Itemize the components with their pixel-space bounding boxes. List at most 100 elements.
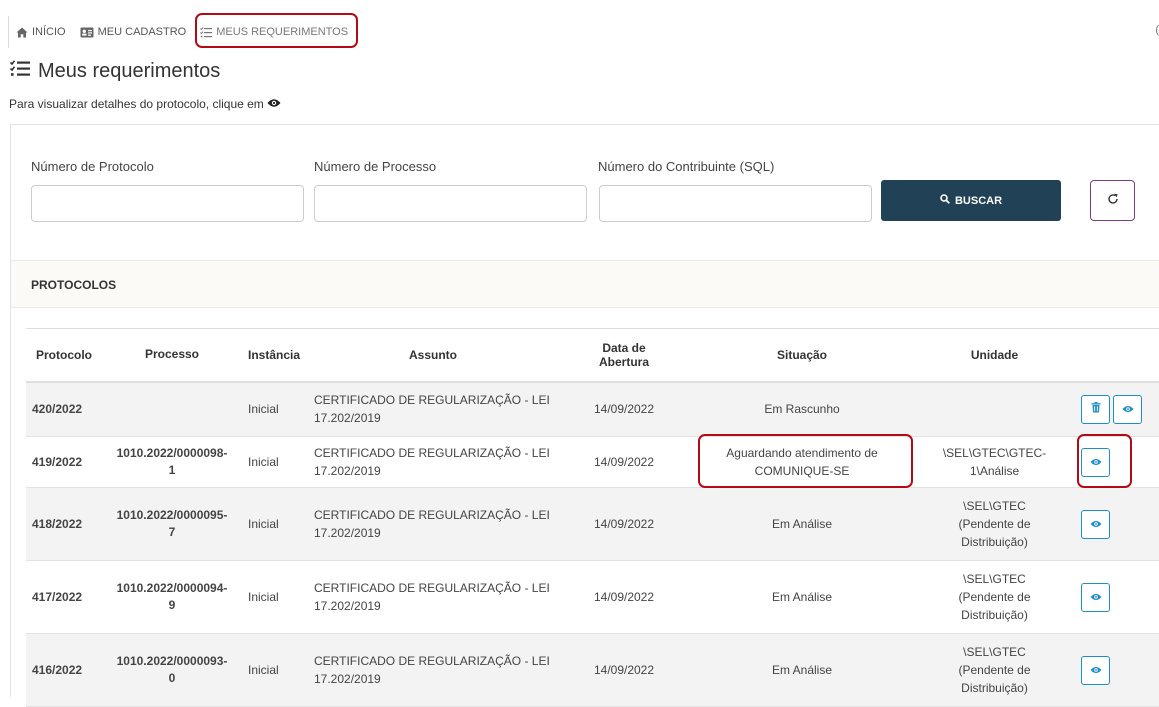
cell-assunto-line1: CERTIFICADO DE REGULARIZAÇÃO - LEI <box>314 508 550 522</box>
view-button[interactable] <box>1081 655 1110 685</box>
nav-item-label: INÍCIO <box>32 26 66 38</box>
cell-unidade: \SEL\GTEC (Pendente de Distribuição) <box>912 561 1077 634</box>
protocolo-input[interactable] <box>31 185 304 222</box>
col-header-data-line1: Data de <box>602 340 646 355</box>
cell-data: 14/09/2022 <box>593 590 655 604</box>
col-header-situacao: Situação <box>692 328 912 383</box>
cell-processo-line1: 1010.2022/0000098- <box>116 446 228 460</box>
col-header-data: Data de Abertura <box>556 328 692 383</box>
view-button[interactable] <box>1081 447 1110 477</box>
cell-actions <box>1077 437 1159 488</box>
cell-unidade-line3: Distribuição) <box>961 535 1028 549</box>
processo-input[interactable] <box>314 185 587 222</box>
cell-processo-line1: 1010.2022/0000094- <box>116 581 228 595</box>
list-check-icon <box>9 60 30 83</box>
contribuinte-input[interactable] <box>599 185 872 222</box>
eye-icon <box>267 97 281 111</box>
eye-icon <box>1090 663 1102 677</box>
cell-situacao-line2: COMUNIQUE-SE <box>754 464 850 478</box>
refresh-icon <box>1107 193 1119 208</box>
cell-situacao-line1: Em Análise <box>771 517 833 531</box>
table-row: 418/2022 1010.2022/0000095- 7 Inicial CER… <box>26 487 1159 561</box>
cell-situacao-line1: Aguardando atendimento de <box>726 446 878 460</box>
cell-assunto: CERTIFICADO DE REGULARIZAÇÃO - LEI 17.202… <box>310 437 556 488</box>
cell-unidade-line1: \SEL\GTEC\GTEC- <box>942 446 1047 460</box>
cell-situacao: Em Análise <box>692 634 912 707</box>
cell-instancia: Inicial <box>248 455 279 469</box>
cell-situacao: Em Rascunho <box>692 382 912 437</box>
nav-overflow: ( <box>1155 24 1159 36</box>
refresh-button[interactable] <box>1090 180 1135 221</box>
cell-processo: 1010.2022/0000098- 1 <box>100 437 244 488</box>
cell-unidade-line1: \SEL\GTEC <box>963 645 1026 659</box>
col-header-assunto: Assunto <box>310 328 556 383</box>
cell-instancia: Inicial <box>248 590 279 604</box>
col-header-data-line2: Abertura <box>598 354 649 369</box>
cell-assunto-line2: 17.202/2019 <box>314 599 381 613</box>
eye-icon <box>1122 402 1134 416</box>
cell-assunto-line2: 17.202/2019 <box>314 411 381 426</box>
cell-processo-line2: 0 <box>168 671 176 685</box>
buscar-label: BUSCAR <box>954 194 1003 207</box>
cell-unidade-line2: 1\Análise <box>969 464 1020 478</box>
cell-unidade-line3: Distribuição) <box>961 608 1028 622</box>
table-row: 420/2022 Inicial CERTIFICADO DE REGULARI… <box>26 381 1159 437</box>
id-card-icon <box>80 27 94 38</box>
nav-item-inicio[interactable]: INÍCIO <box>9 17 73 47</box>
view-button[interactable] <box>1113 394 1142 424</box>
delete-button[interactable] <box>1081 394 1110 424</box>
cell-unidade-line2: (Pendente de <box>958 517 1031 531</box>
view-button[interactable] <box>1081 582 1110 612</box>
cell-processo-line2: 7 <box>168 525 176 539</box>
eye-icon <box>1090 590 1102 604</box>
cell-actions <box>1077 561 1159 634</box>
cell-processo: 1010.2022/0000093- 0 <box>100 634 244 707</box>
top-nav: INÍCIO MEU CADASTRO MEUS REQUERIMENTOS ( <box>8 16 1159 48</box>
table-row: 417/2022 1010.2022/0000094- 9 Inicial CER… <box>26 561 1159 634</box>
cell-processo-line2: 9 <box>168 598 176 612</box>
cell-unidade <box>912 382 1077 437</box>
cell-protocolo: 416/2022 <box>32 663 83 677</box>
col-header-processo: Processo <box>100 328 244 383</box>
col-header-instancia: Instância <box>244 328 310 383</box>
buscar-button[interactable]: BUSCAR <box>881 180 1061 221</box>
cell-assunto: CERTIFICADO DE REGULARIZAÇÃO - LEI 17.202… <box>310 382 556 437</box>
cell-situacao: Em Análise <box>692 488 912 561</box>
cell-assunto: CERTIFICADO DE REGULARIZAÇÃO - LEI 17.202… <box>310 634 556 707</box>
cell-assunto-line1: CERTIFICADO DE REGULARIZAÇÃO - LEI <box>314 393 550 408</box>
cell-assunto-line2: 17.202/2019 <box>314 464 381 478</box>
table-row: 419/2022 1010.2022/0000098- 1 Inicial CER… <box>26 437 1159 488</box>
cell-protocolo: 417/2022 <box>32 590 83 604</box>
nav-item-label: MEUS REQUERIMENTOS <box>216 26 349 38</box>
cell-unidade: \SEL\GTEC\GTEC- 1\Análise <box>912 437 1077 488</box>
cell-protocolo: 418/2022 <box>32 517 83 531</box>
section-title: PROTOCOLOS <box>11 260 1159 308</box>
cell-processo-line1: 1010.2022/0000095- <box>116 508 228 522</box>
cell-instancia: Inicial <box>248 663 279 677</box>
protocolo-label: Número de Protocolo <box>31 159 154 174</box>
cell-processo <box>100 382 244 437</box>
cell-processo: 1010.2022/0000095- 7 <box>100 488 244 561</box>
cell-data: 14/09/2022 <box>593 663 655 677</box>
cell-unidade-line1: \SEL\GTEC <box>963 572 1026 586</box>
cell-actions <box>1077 382 1159 437</box>
cell-assunto-line2: 17.202/2019 <box>314 672 381 686</box>
page-title-text: Meus requerimentos <box>38 60 221 82</box>
cell-data: 14/09/2022 <box>593 517 655 531</box>
nav-item-meus-requerimentos[interactable]: MEUS REQUERIMENTOS <box>193 17 355 47</box>
protocols-table: Protocolo Processo Instância Assunto Dat… <box>26 328 1159 707</box>
cell-unidade-line2: (Pendente de <box>958 590 1031 604</box>
eye-icon <box>1090 455 1102 469</box>
eye-icon <box>1090 517 1102 531</box>
cell-unidade-line3: Distribuição) <box>961 681 1028 695</box>
cell-assunto-line1: CERTIFICADO DE REGULARIZAÇÃO - LEI <box>314 581 550 595</box>
view-button[interactable] <box>1081 509 1110 539</box>
nav-item-label: MEU CADASTRO <box>97 26 187 38</box>
nav-item-meu-cadastro[interactable]: MEU CADASTRO <box>73 17 194 47</box>
cell-situacao: Em Análise <box>692 561 912 634</box>
cell-assunto-line2: 17.202/2019 <box>314 526 381 540</box>
cell-actions <box>1077 488 1159 561</box>
cell-unidade: \SEL\GTEC (Pendente de Distribuição) <box>912 488 1077 561</box>
table-row: 416/2022 1010.2022/0000093- 0 Inicial CER… <box>26 633 1159 707</box>
cell-protocolo: 420/2022 <box>32 402 83 417</box>
